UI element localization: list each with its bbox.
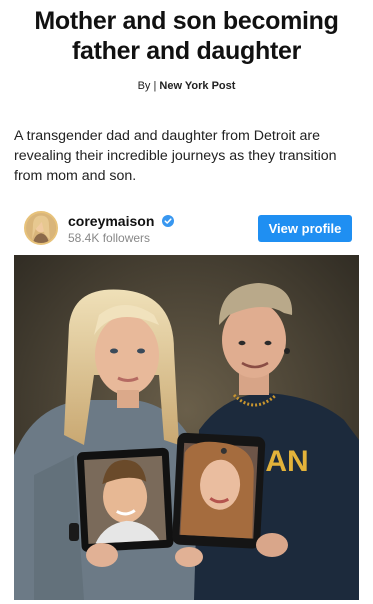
article-headline: Mother and son becoming father and daugh… <box>0 6 373 66</box>
article-summary: A transgender dad and daughter from Detr… <box>14 128 337 184</box>
verified-check-icon <box>162 215 175 227</box>
view-profile-button[interactable]: View profile <box>258 215 352 242</box>
avatar-image <box>26 213 56 243</box>
photo-illustration: IAN <box>14 255 359 600</box>
avatar[interactable] <box>24 211 58 245</box>
follower-count: 58.4K followers <box>68 231 151 245</box>
byline: By | New York Post <box>0 80 373 92</box>
headline-line-2: father and daughter <box>71 37 302 65</box>
byline-source[interactable]: New York Post <box>159 80 235 92</box>
instagram-post-photo[interactable]: IAN <box>14 255 359 600</box>
username-text: coreymaison <box>68 213 155 229</box>
headline-line-1: Mother and son becoming <box>34 7 339 35</box>
instagram-profile-header: coreymaison 58.4K followers View profile <box>24 211 352 249</box>
instagram-username[interactable]: coreymaison <box>68 213 175 229</box>
byline-prefix: By | <box>137 80 157 92</box>
